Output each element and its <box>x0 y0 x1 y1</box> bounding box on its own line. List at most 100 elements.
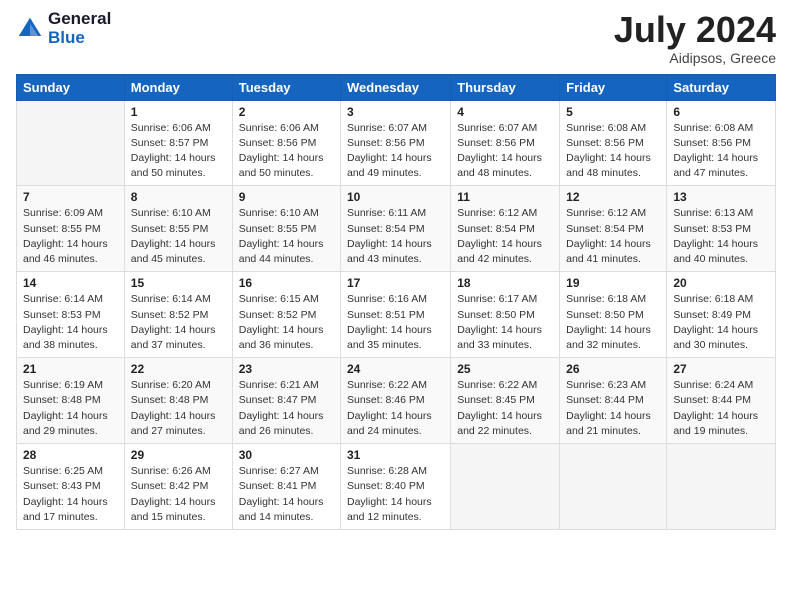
day-info: Sunrise: 6:14 AMSunset: 8:53 PMDaylight:… <box>23 292 118 353</box>
day-info: Sunrise: 6:06 AMSunset: 8:56 PMDaylight:… <box>239 121 334 182</box>
day-number: 29 <box>131 448 226 462</box>
day-number: 22 <box>131 362 226 376</box>
day-cell: 22 Sunrise: 6:20 AMSunset: 8:48 PMDayligh… <box>124 358 232 444</box>
day-cell: 20 Sunrise: 6:18 AMSunset: 8:49 PMDayligh… <box>667 272 776 358</box>
header: General Blue July 2024 Aidipsos, Greece <box>16 10 776 66</box>
day-info: Sunrise: 6:22 AMSunset: 8:46 PMDaylight:… <box>347 378 444 439</box>
day-number: 7 <box>23 190 118 204</box>
day-number: 11 <box>457 190 553 204</box>
day-number: 1 <box>131 105 226 119</box>
page: General Blue July 2024 Aidipsos, Greece … <box>0 0 792 612</box>
day-cell <box>560 444 667 530</box>
day-number: 28 <box>23 448 118 462</box>
logo-icon <box>16 15 44 43</box>
day-info: Sunrise: 6:14 AMSunset: 8:52 PMDaylight:… <box>131 292 226 353</box>
day-info: Sunrise: 6:19 AMSunset: 8:48 PMDaylight:… <box>23 378 118 439</box>
day-info: Sunrise: 6:13 AMSunset: 8:53 PMDaylight:… <box>673 206 769 267</box>
day-cell: 2 Sunrise: 6:06 AMSunset: 8:56 PMDaylight… <box>232 100 340 186</box>
day-number: 31 <box>347 448 444 462</box>
day-info: Sunrise: 6:10 AMSunset: 8:55 PMDaylight:… <box>131 206 226 267</box>
day-number: 2 <box>239 105 334 119</box>
week-row-5: 28Sunrise: 6:25 AMSunset: 8:43 PMDayligh… <box>17 444 776 530</box>
day-cell: 10 Sunrise: 6:11 AMSunset: 8:54 PMDayligh… <box>341 186 451 272</box>
day-number: 12 <box>566 190 660 204</box>
logo-blue-label: Blue <box>48 29 111 48</box>
day-info: Sunrise: 6:27 AMSunset: 8:41 PMDaylight:… <box>239 464 334 525</box>
day-number: 4 <box>457 105 553 119</box>
day-info: Sunrise: 6:10 AMSunset: 8:55 PMDaylight:… <box>239 206 334 267</box>
day-info: Sunrise: 6:07 AMSunset: 8:56 PMDaylight:… <box>347 121 444 182</box>
day-info: Sunrise: 6:18 AMSunset: 8:50 PMDaylight:… <box>566 292 660 353</box>
day-number: 8 <box>131 190 226 204</box>
day-cell: 8 Sunrise: 6:10 AMSunset: 8:55 PMDaylight… <box>124 186 232 272</box>
weekday-header-tuesday: Tuesday <box>232 74 340 100</box>
day-info: Sunrise: 6:23 AMSunset: 8:44 PMDaylight:… <box>566 378 660 439</box>
day-info: Sunrise: 6:22 AMSunset: 8:45 PMDaylight:… <box>457 378 553 439</box>
day-info: Sunrise: 6:08 AMSunset: 8:56 PMDaylight:… <box>566 121 660 182</box>
month-title: July 2024 <box>614 10 776 50</box>
day-info: Sunrise: 6:08 AMSunset: 8:56 PMDaylight:… <box>673 121 769 182</box>
week-row-4: 21 Sunrise: 6:19 AMSunset: 8:48 PMDayligh… <box>17 358 776 444</box>
weekday-header-saturday: Saturday <box>667 74 776 100</box>
day-cell: 5 Sunrise: 6:08 AMSunset: 8:56 PMDaylight… <box>560 100 667 186</box>
day-number: 21 <box>23 362 118 376</box>
day-info: Sunrise: 6:11 AMSunset: 8:54 PMDaylight:… <box>347 206 444 267</box>
day-cell: 9Sunrise: 6:10 AMSunset: 8:55 PMDaylight… <box>232 186 340 272</box>
day-number: 25 <box>457 362 553 376</box>
day-number: 23 <box>239 362 334 376</box>
day-cell: 28Sunrise: 6:25 AMSunset: 8:43 PMDayligh… <box>17 444 125 530</box>
calendar-table: SundayMondayTuesdayWednesdayThursdayFrid… <box>16 74 776 530</box>
day-number: 30 <box>239 448 334 462</box>
day-number: 19 <box>566 276 660 290</box>
day-number: 27 <box>673 362 769 376</box>
day-info: Sunrise: 6:17 AMSunset: 8:50 PMDaylight:… <box>457 292 553 353</box>
day-cell: 27 Sunrise: 6:24 AMSunset: 8:44 PMDayligh… <box>667 358 776 444</box>
day-info: Sunrise: 6:24 AMSunset: 8:44 PMDaylight:… <box>673 378 769 439</box>
day-info: Sunrise: 6:06 AMSunset: 8:57 PMDaylight:… <box>131 121 226 182</box>
day-info: Sunrise: 6:26 AMSunset: 8:42 PMDaylight:… <box>131 464 226 525</box>
week-row-3: 14 Sunrise: 6:14 AMSunset: 8:53 PMDayligh… <box>17 272 776 358</box>
weekday-header-wednesday: Wednesday <box>341 74 451 100</box>
day-cell: 21 Sunrise: 6:19 AMSunset: 8:48 PMDayligh… <box>17 358 125 444</box>
weekday-header-row: SundayMondayTuesdayWednesdayThursdayFrid… <box>17 74 776 100</box>
day-cell: 25 Sunrise: 6:22 AMSunset: 8:45 PMDayligh… <box>451 358 560 444</box>
logo-general-label: General <box>48 10 111 29</box>
day-number: 16 <box>239 276 334 290</box>
day-cell: 1 Sunrise: 6:06 AMSunset: 8:57 PMDaylight… <box>124 100 232 186</box>
day-number: 14 <box>23 276 118 290</box>
day-cell: 17Sunrise: 6:16 AMSunset: 8:51 PMDayligh… <box>341 272 451 358</box>
day-cell <box>667 444 776 530</box>
weekday-header-thursday: Thursday <box>451 74 560 100</box>
day-cell: 30 Sunrise: 6:27 AMSunset: 8:41 PMDayligh… <box>232 444 340 530</box>
location-subtitle: Aidipsos, Greece <box>614 50 776 66</box>
day-info: Sunrise: 6:15 AMSunset: 8:52 PMDaylight:… <box>239 292 334 353</box>
day-cell: 23Sunrise: 6:21 AMSunset: 8:47 PMDayligh… <box>232 358 340 444</box>
day-number: 3 <box>347 105 444 119</box>
day-number: 26 <box>566 362 660 376</box>
day-number: 18 <box>457 276 553 290</box>
day-cell: 14 Sunrise: 6:14 AMSunset: 8:53 PMDayligh… <box>17 272 125 358</box>
day-cell: 6 Sunrise: 6:08 AMSunset: 8:56 PMDaylight… <box>667 100 776 186</box>
week-row-1: 1 Sunrise: 6:06 AMSunset: 8:57 PMDaylight… <box>17 100 776 186</box>
day-info: Sunrise: 6:09 AMSunset: 8:55 PMDaylight:… <box>23 206 118 267</box>
day-cell: 29 Sunrise: 6:26 AMSunset: 8:42 PMDayligh… <box>124 444 232 530</box>
day-number: 10 <box>347 190 444 204</box>
day-cell: 24 Sunrise: 6:22 AMSunset: 8:46 PMDayligh… <box>341 358 451 444</box>
day-cell: 15Sunrise: 6:14 AMSunset: 8:52 PMDayligh… <box>124 272 232 358</box>
day-cell: 13Sunrise: 6:13 AMSunset: 8:53 PMDayligh… <box>667 186 776 272</box>
day-info: Sunrise: 6:28 AMSunset: 8:40 PMDaylight:… <box>347 464 444 525</box>
day-info: Sunrise: 6:20 AMSunset: 8:48 PMDaylight:… <box>131 378 226 439</box>
day-info: Sunrise: 6:12 AMSunset: 8:54 PMDaylight:… <box>457 206 553 267</box>
day-number: 5 <box>566 105 660 119</box>
day-number: 17 <box>347 276 444 290</box>
day-number: 20 <box>673 276 769 290</box>
weekday-header-monday: Monday <box>124 74 232 100</box>
day-number: 6 <box>673 105 769 119</box>
day-info: Sunrise: 6:12 AMSunset: 8:54 PMDaylight:… <box>566 206 660 267</box>
day-cell: 16 Sunrise: 6:15 AMSunset: 8:52 PMDayligh… <box>232 272 340 358</box>
day-cell: 7 Sunrise: 6:09 AMSunset: 8:55 PMDaylight… <box>17 186 125 272</box>
day-cell: 26 Sunrise: 6:23 AMSunset: 8:44 PMDayligh… <box>560 358 667 444</box>
day-number: 24 <box>347 362 444 376</box>
day-cell: 12 Sunrise: 6:12 AMSunset: 8:54 PMDayligh… <box>560 186 667 272</box>
day-info: Sunrise: 6:18 AMSunset: 8:49 PMDaylight:… <box>673 292 769 353</box>
